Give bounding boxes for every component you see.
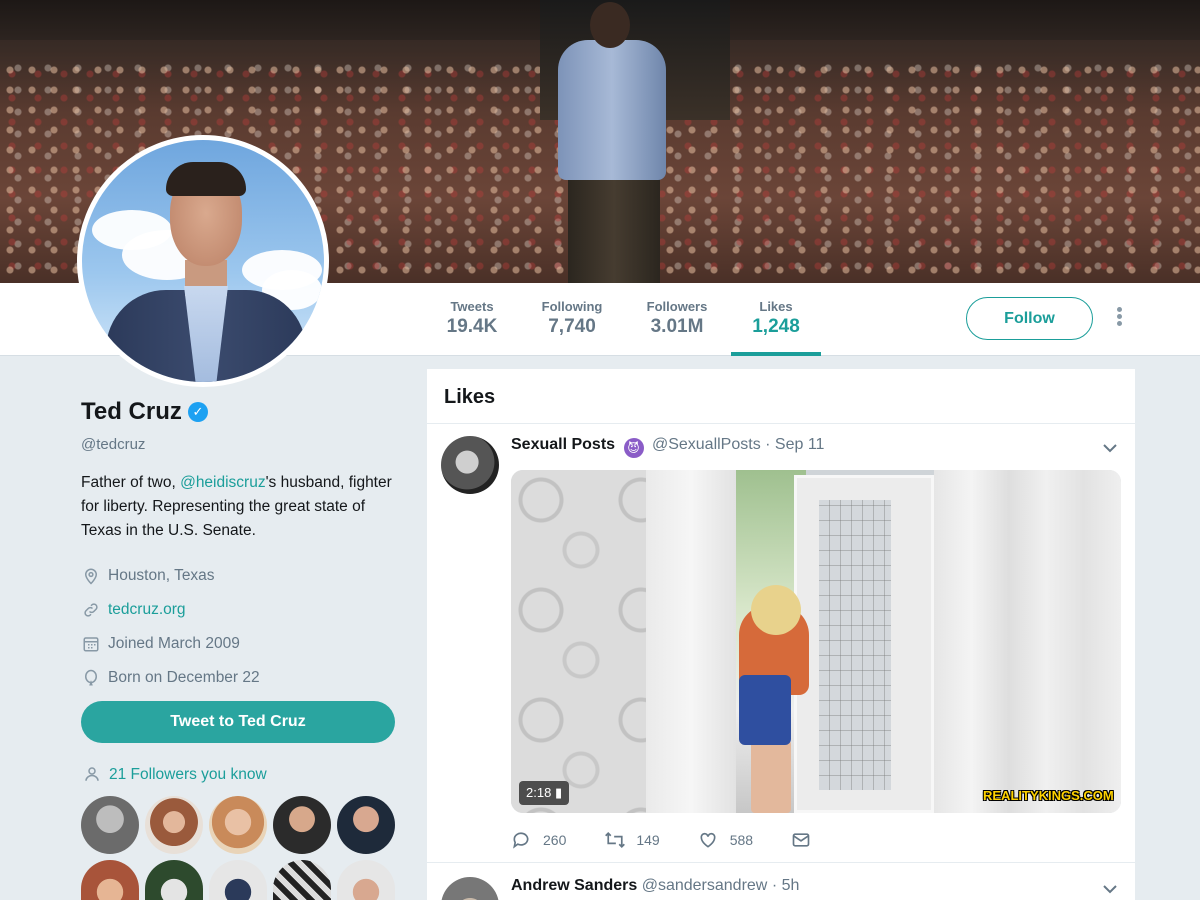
message-icon xyxy=(791,830,813,850)
stat-tweets-label: Tweets xyxy=(450,299,494,314)
chevron-down-icon[interactable] xyxy=(1101,441,1119,453)
follower-avatar[interactable] xyxy=(209,796,267,854)
profile-card: Ted Cruz ✓ @tedcruz Father of two, @heid… xyxy=(81,398,401,695)
follower-avatar[interactable] xyxy=(209,860,267,900)
stat-likes-label: Likes xyxy=(759,299,793,314)
profile-birthday: Born on December 22 xyxy=(81,661,401,695)
follower-avatar[interactable] xyxy=(337,860,395,900)
devil-emoji-icon: 😈 xyxy=(623,438,644,458)
tweet-divider xyxy=(427,862,1135,863)
profile-website[interactable]: tedcruz.org xyxy=(81,593,401,627)
tweet-author-avatar[interactable] xyxy=(441,877,499,900)
calendar-icon xyxy=(81,634,101,654)
follower-avatar[interactable] xyxy=(273,860,331,900)
video-duration-badge: 2:18 ▮ xyxy=(519,781,570,805)
heart-icon xyxy=(698,830,720,850)
chevron-down-icon[interactable] xyxy=(1101,882,1119,894)
website-link[interactable]: tedcruz.org xyxy=(108,601,186,619)
stat-likes-value: 1,248 xyxy=(752,316,800,337)
tweet-author-name[interactable]: Sexuall Posts xyxy=(511,436,615,453)
tweet-actions: 260 149 588 xyxy=(511,830,861,850)
profile-joined: Joined March 2009 xyxy=(81,627,401,661)
bio-mention-link[interactable]: @heidiscruz xyxy=(180,474,266,491)
follower-avatar[interactable] xyxy=(81,796,139,854)
joined-text: Joined March 2009 xyxy=(108,635,240,652)
like-action[interactable]: 588 xyxy=(698,830,753,850)
follower-avatar[interactable] xyxy=(273,796,331,854)
tweet-header: Sexuall Posts 😈 @SexuallPosts · Sep 11 xyxy=(511,436,824,458)
follower-avatar[interactable] xyxy=(337,796,395,854)
bio-prefix: Father of two, xyxy=(81,474,181,491)
stat-followers-label: Followers xyxy=(646,299,708,314)
video-duration: 2:18 xyxy=(526,785,552,800)
tweet-time[interactable]: · Sep 11 xyxy=(765,436,824,453)
profile-handle[interactable]: @tedcruz xyxy=(81,436,401,453)
profile-meta: Houston, Texas tedcruz.org Joined March … xyxy=(81,559,401,695)
stat-following-value: 7,740 xyxy=(548,316,596,337)
profile-bio: Father of two, @heidiscruz's husband, fi… xyxy=(81,471,401,543)
tweet-video[interactable]: 2:18 ▮ REALITYKINGS.COM xyxy=(511,470,1121,813)
stat-following[interactable]: Following 7,740 xyxy=(534,283,610,356)
banner-speaker xyxy=(552,0,672,283)
likes-timeline: Likes Sexuall Posts 😈 @SexuallPosts · Se… xyxy=(427,369,1135,900)
link-icon xyxy=(81,600,101,620)
timeline-title: Likes xyxy=(427,369,1135,424)
profile-name[interactable]: Ted Cruz xyxy=(81,398,182,426)
followers-you-know-label[interactable]: 21 Followers you know xyxy=(109,766,267,784)
stat-following-label: Following xyxy=(541,299,603,314)
follower-avatar[interactable] xyxy=(145,860,203,900)
profile-location: Houston, Texas xyxy=(81,559,401,593)
reply-count: 260 xyxy=(543,832,567,848)
retweet-icon xyxy=(604,830,626,850)
follower-avatar[interactable] xyxy=(81,860,139,900)
tweet-author-avatar[interactable] xyxy=(441,436,499,494)
location-text: Houston, Texas xyxy=(108,567,215,584)
like-count: 588 xyxy=(729,832,754,848)
tweet-author-handle[interactable]: @SexuallPosts xyxy=(652,436,761,453)
stat-tweets[interactable]: Tweets 19.4K xyxy=(442,283,502,356)
tweet-to-button[interactable]: Tweet to Ted Cruz xyxy=(81,701,395,743)
direct-message-action[interactable] xyxy=(791,830,823,850)
follower-avatar[interactable] xyxy=(145,796,203,854)
follow-button[interactable]: Follow xyxy=(966,297,1093,340)
balloon-icon xyxy=(81,668,101,688)
video-watermark: REALITYKINGS.COM xyxy=(983,788,1114,803)
reply-action[interactable]: 260 xyxy=(511,830,566,850)
retweet-action[interactable]: 149 xyxy=(604,830,660,850)
location-pin-icon xyxy=(81,566,101,586)
stat-tweets-value: 19.4K xyxy=(446,316,498,337)
followers-you-know[interactable]: 21 Followers you know xyxy=(83,765,267,785)
reply-icon xyxy=(511,830,533,850)
signal-bars-icon: ▮ xyxy=(554,785,563,800)
profile-avatar[interactable] xyxy=(77,135,329,387)
tweet-time[interactable]: · 5h xyxy=(772,877,800,894)
verified-badge-icon: ✓ xyxy=(187,402,208,422)
retweet-count: 149 xyxy=(636,832,660,848)
tweet-author-name[interactable]: Andrew Sanders xyxy=(511,877,637,894)
tweet-author-handle[interactable]: @sandersandrew xyxy=(642,877,768,894)
stat-followers-value: 3.01M xyxy=(650,316,704,337)
stat-followers[interactable]: Followers 3.01M xyxy=(640,283,714,356)
tweet-header: Andrew Sanders @sandersandrew · 5h xyxy=(511,877,799,895)
stat-likes[interactable]: Likes 1,248 xyxy=(731,283,821,356)
person-icon xyxy=(83,765,103,785)
more-vertical-icon[interactable] xyxy=(1110,305,1128,333)
birthday-text: Born on December 22 xyxy=(108,669,260,686)
